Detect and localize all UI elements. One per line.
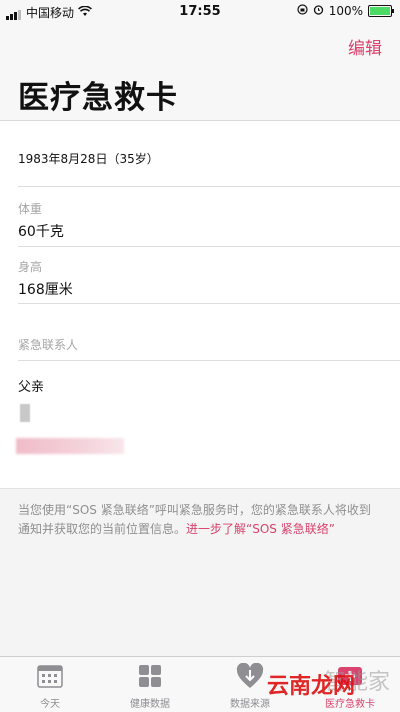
birth-date: 1983年8月28日（35岁） <box>18 152 159 166</box>
redacted-phone-number[interactable] <box>16 438 124 454</box>
status-bar: 中国移动 17:55 100% <box>0 0 400 24</box>
edit-button[interactable]: 编辑 <box>348 34 382 59</box>
tab-label: 今天 <box>40 699 60 710</box>
watermark-site: 云南龙网 <box>267 674 356 699</box>
alarm-icon <box>313 4 324 18</box>
height-label: 身高 <box>18 260 43 274</box>
divider <box>18 303 400 304</box>
weight-label: 体重 <box>18 202 43 216</box>
nav-header: 编辑 医疗急救卡 <box>0 24 400 121</box>
weight-value: 60千克 <box>18 224 64 240</box>
tab-label: 健康数据 <box>130 699 170 710</box>
emergency-contacts-header: 紧急联系人 <box>18 336 400 353</box>
tab-today[interactable]: 今天 <box>0 663 100 710</box>
contact-relationship[interactable]: 父亲 <box>18 376 44 395</box>
battery-percent: 100% <box>328 4 363 18</box>
battery-icon <box>368 5 394 17</box>
emergency-contacts-label: 紧急联系人 <box>18 338 79 352</box>
sos-info-note: 当您使用“SOS 紧急联络”呼叫紧急服务时，您的紧急联系人将收到通知并获取您的当… <box>0 488 400 657</box>
divider <box>18 246 400 247</box>
page-title: 医疗急救卡 <box>18 80 178 116</box>
height-field: 身高 168厘米 <box>18 258 400 299</box>
tab-health-data[interactable]: 健康数据 <box>100 663 200 710</box>
divider <box>18 186 400 187</box>
status-right: 100% <box>297 4 394 18</box>
orientation-lock-icon <box>297 4 308 18</box>
learn-more-link[interactable]: 进一步了解“SOS 紧急联络” <box>186 522 335 536</box>
height-value: 168厘米 <box>18 282 73 298</box>
weight-field: 体重 60千克 <box>18 200 400 241</box>
grid-icon <box>100 663 200 689</box>
calendar-icon <box>0 663 100 689</box>
divider <box>18 360 400 361</box>
redacted-contact-name <box>20 404 30 422</box>
